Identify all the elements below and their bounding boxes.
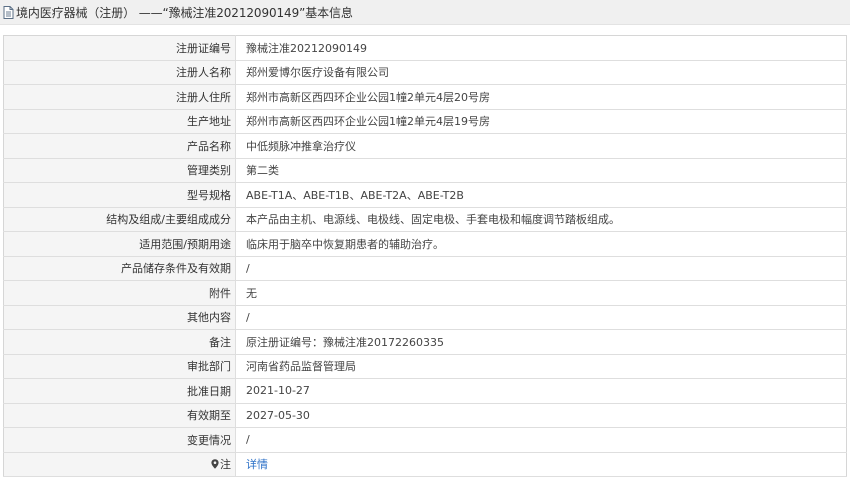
field-value: 2021-10-27 <box>235 378 847 404</box>
info-table-body: 注册证编号 豫械注准20212090149 注册人名称 郑州爱博尔医疗设备有限公司 注册… <box>3 35 847 477</box>
field-value: 中低频脉冲推拿治疗仪 <box>235 133 847 159</box>
field-label: 变更情况 <box>3 427 236 453</box>
field-label: 型号规格 <box>3 182 236 208</box>
field-label: 注册人名称 <box>3 60 236 85</box>
field-value: 豫械注准20212090149 <box>235 35 847 61</box>
field-value: 郑州市高新区西四环企业公园1幢2单元4层19号房 <box>235 109 847 134</box>
table-row: 型号规格 ABE-T1A、ABE-T1B、ABE-T2A、ABE-T2B <box>3 182 847 208</box>
field-label: 产品储存条件及有效期 <box>3 256 236 281</box>
field-label: 批准日期 <box>3 378 236 404</box>
field-label: 备注 <box>3 329 236 355</box>
field-value: 郑州市高新区西四环企业公园1幢2单元4层20号房 <box>235 84 847 110</box>
field-label: 其他内容 <box>3 305 236 330</box>
table-row: 注册人住所 郑州市高新区西四环企业公园1幢2单元4层20号房 <box>3 84 847 110</box>
field-value: 2027-05-30 <box>235 403 847 428</box>
field-label: 附件 <box>3 280 236 306</box>
field-label: 管理类别 <box>3 158 236 183</box>
table-row: 产品名称 中低频脉冲推拿治疗仪 <box>3 133 847 159</box>
table-row: 批准日期 2021-10-27 <box>3 378 847 404</box>
table-row: 管理类别 第二类 <box>3 158 847 183</box>
note-value-cell: 详情 <box>235 452 847 477</box>
map-pin-icon <box>211 459 219 469</box>
table-row: 注册证编号 豫械注准20212090149 <box>3 35 847 61</box>
field-value: / <box>235 256 847 281</box>
note-label-cell: 注 <box>3 452 236 477</box>
field-label: 注册人住所 <box>3 84 236 110</box>
field-value: 第二类 <box>235 158 847 183</box>
title-bar: 境内医疗器械（注册） ——“豫械注准20212090149”基本信息 <box>0 0 850 25</box>
info-table: 注册证编号 豫械注准20212090149 注册人名称 郑州爱博尔医疗设备有限公司 注册… <box>3 35 847 477</box>
table-row: 适用范围/预期用途 临床用于脑卒中恢复期患者的辅助治疗。 <box>3 231 847 257</box>
note-row: 注 详情 <box>3 452 847 477</box>
details-link[interactable]: 详情 <box>246 458 268 471</box>
table-row: 审批部门 河南省药品监督管理局 <box>3 354 847 379</box>
field-label: 结构及组成/主要组成成分 <box>3 207 236 232</box>
field-value: / <box>235 305 847 330</box>
page-title: 境内医疗器械（注册） ——“豫械注准20212090149”基本信息 <box>16 5 353 20</box>
field-value: 河南省药品监督管理局 <box>235 354 847 379</box>
info-table-container: 注册证编号 豫械注准20212090149 注册人名称 郑州爱博尔医疗设备有限公司 注册… <box>3 35 847 477</box>
table-row: 生产地址 郑州市高新区西四环企业公园1幢2单元4层19号房 <box>3 109 847 134</box>
field-value: / <box>235 427 847 453</box>
field-label: 产品名称 <box>3 133 236 159</box>
field-label: 有效期至 <box>3 403 236 428</box>
field-value: 临床用于脑卒中恢复期患者的辅助治疗。 <box>235 231 847 257</box>
table-row: 变更情况 / <box>3 427 847 453</box>
field-label: 生产地址 <box>3 109 236 134</box>
field-value: ABE-T1A、ABE-T1B、ABE-T2A、ABE-T2B <box>235 182 847 208</box>
table-row: 有效期至 2027-05-30 <box>3 403 847 428</box>
table-row: 注册人名称 郑州爱博尔医疗设备有限公司 <box>3 60 847 85</box>
field-value: 郑州爱博尔医疗设备有限公司 <box>235 60 847 85</box>
field-value: 无 <box>235 280 847 306</box>
table-row: 备注 原注册证编号：豫械注准20172260335 <box>3 329 847 355</box>
table-row: 产品储存条件及有效期 / <box>3 256 847 281</box>
table-row: 结构及组成/主要组成成分 本产品由主机、电源线、电极线、固定电极、手套电极和幅度调… <box>3 207 847 232</box>
table-row: 其他内容 / <box>3 305 847 330</box>
field-value: 本产品由主机、电源线、电极线、固定电极、手套电极和幅度调节踏板组成。 <box>235 207 847 232</box>
document-icon <box>3 5 14 19</box>
field-label: 审批部门 <box>3 354 236 379</box>
field-label: 注册证编号 <box>3 35 236 61</box>
field-label: 适用范围/预期用途 <box>3 231 236 257</box>
field-value: 原注册证编号：豫械注准20172260335 <box>235 329 847 355</box>
note-label: 注 <box>220 458 231 472</box>
table-row: 附件无 <box>3 280 847 306</box>
